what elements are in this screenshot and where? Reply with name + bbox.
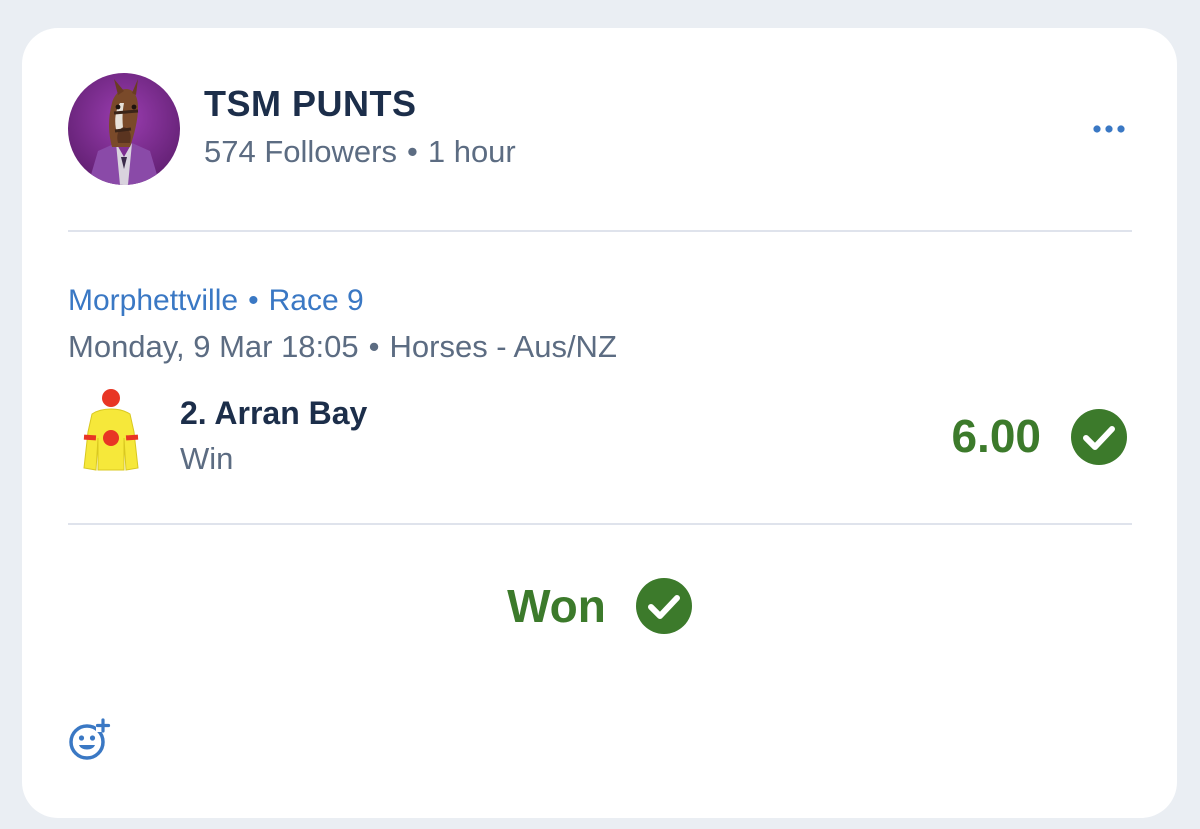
result-divider (68, 523, 1132, 525)
event-separator: • (248, 284, 259, 317)
race-link[interactable]: Race 9 (269, 284, 364, 317)
odds-value: 6.00 (951, 410, 1041, 462)
meta-separator: • (406, 134, 418, 169)
event-category: Horses - Aus/NZ (389, 329, 617, 364)
event-datetime: Monday, 9 Mar 18:05 (68, 329, 359, 364)
more-horizontal-icon (1093, 125, 1125, 133)
author-avatar[interactable] (68, 73, 180, 185)
event-link: Morphettville • Race 9 (68, 282, 364, 320)
add-reaction-button[interactable] (68, 718, 112, 762)
runner-name: 2. Arran Bay (180, 395, 368, 431)
tip-card: TSM PUNTS 574 Followers • 1 hour Morphettv… (22, 28, 1177, 818)
event-meta: Monday, 9 Mar 18:05 • Horses - Aus/NZ (68, 327, 617, 367)
check-circle-icon (635, 578, 692, 634)
add-reaction-icon (69, 718, 111, 760)
horse-avatar-image (68, 73, 180, 185)
author-name[interactable]: TSM PUNTS (204, 82, 417, 126)
jockey-silks-icon (78, 388, 144, 476)
result-label: Won (507, 580, 606, 632)
header-divider (68, 230, 1132, 232)
more-options-button[interactable] (1089, 116, 1129, 142)
check-circle-icon (1071, 409, 1127, 465)
author-meta: 574 Followers • 1 hour (204, 132, 516, 172)
venue-link[interactable]: Morphettville (68, 284, 238, 317)
event-meta-separator: • (368, 329, 380, 364)
followers-count: 574 Followers (204, 134, 397, 169)
result-status: Won (22, 576, 1177, 636)
post-time: 1 hour (427, 134, 516, 169)
bet-type: Win (180, 441, 234, 476)
